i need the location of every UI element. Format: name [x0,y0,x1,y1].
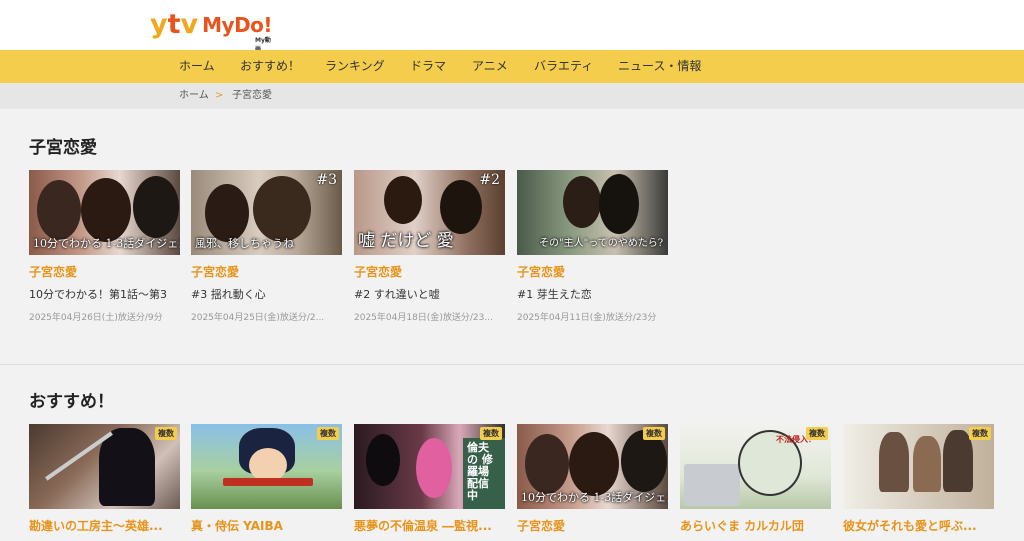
character-face [249,448,287,482]
multi-episode-badge: 複数 [806,427,828,440]
card-series-name: 子宮恋愛 [191,265,240,279]
nav-item-anime[interactable]: アニメ [472,50,508,83]
nav-item-home[interactable]: ホーム [179,50,215,83]
card-broadcast-info: 2025年04月26日(土)放送分/9分 [29,313,163,323]
person-shape [81,178,131,242]
recommend-card[interactable]: 複数 真・侍伝 YAIBA [191,424,342,534]
recommend-card[interactable]: 倫夫の 修羅場 配信中 複数 悪夢の不倫温泉 ―監視... [354,424,505,534]
card-series-name: 子宮恋愛 [517,519,566,533]
main-nav: ホーム おすすめ！ ランキング ドラマ アニメ バラエティ ニュース・情報 [0,50,1024,83]
nav-item-recommend[interactable]: おすすめ！ [240,50,300,83]
card-series-name: 悪夢の不倫温泉 ―監視... [354,519,492,533]
person-shape [384,176,422,224]
logo-ytv-text: ytv [150,8,198,42]
person-shape [879,432,909,492]
person-shape [599,174,639,234]
recommend-thumbnail[interactable]: 10分でわかる 1-3話ダイジェスト 複数 [517,424,668,509]
person-shape [569,432,619,496]
thumbnail-caption: 嘘 だけど 愛 [358,231,454,251]
person-shape [525,434,569,494]
person-shape [563,176,601,228]
person-shape [416,438,452,498]
logo-ytv-y: y [150,9,168,40]
recommend-card[interactable]: 不法侵入！ 複数 あらいぐま カルカル団 [680,424,831,534]
multi-episode-badge: 複数 [969,427,991,440]
series-section-title: 子宮恋愛 [29,138,97,158]
person-shape [133,176,179,238]
card-episode-title[interactable]: #3 揺れ動く心 [191,286,342,302]
card-series-name: あらいぐま カルカル団 [680,519,804,533]
episode-card[interactable]: #3 風邪、移しちゃうね 子宮恋愛 #3 揺れ動く心 2025年04月25日(金… [191,170,342,323]
breadcrumb: ホーム > 子宮恋愛 [0,83,1024,109]
thumbnail-caption: 10分でわかる 1-3話ダイジェスト [33,237,180,250]
multi-episode-badge: 複数 [643,427,665,440]
card-broadcast-info: 2025年04月11日(金)放送分/23分 [517,313,657,323]
card-episode-title[interactable]: 10分でわかる！第1話～第3 [29,286,180,302]
logo-ytv-t: t [167,9,181,40]
recommend-thumbnail[interactable]: 複数 [29,424,180,509]
person-shape [913,436,941,492]
multi-episode-badge: 複数 [155,427,177,440]
card-series-name: 真・侍伝 YAIBA [191,519,283,533]
multi-episode-badge: 複数 [317,427,339,440]
episode-thumbnail[interactable]: #3 風邪、移しちゃうね [191,170,342,255]
recommend-card[interactable]: 複数 勘違いの工房主～英雄... [29,424,180,534]
sword-shape [223,478,313,486]
nav-item-variety[interactable]: バラエティ [534,50,593,83]
person-shape [205,184,249,242]
card-series-name: 勘違いの工房主～英雄... [29,519,163,533]
recommend-thumbnail[interactable]: 複数 [191,424,342,509]
episode-thumbnail[interactable]: 10分でわかる 1-3話ダイジェスト [29,170,180,255]
card-broadcast-info: 2025年04月18日(金)放送分/23... [354,313,493,323]
recommend-card[interactable]: 複数 彼女がそれも愛と呼ぶ... [843,424,994,534]
episode-number: #2 [479,172,500,188]
nav-item-drama[interactable]: ドラマ [410,50,446,83]
breadcrumb-separator-icon: > [215,90,224,101]
thumbnail-caption: その"主人"ってのやめたら? [539,238,664,249]
card-episode-title[interactable]: #1 芽生えた恋 [517,286,668,302]
laptop-shape [684,464,740,506]
episode-card[interactable]: その"主人"ってのやめたら? 子宮恋愛 #1 芽生えた恋 2025年04月11日… [517,170,668,323]
card-series-name: 子宮恋愛 [354,265,403,279]
multi-episode-badge: 複数 [480,427,502,440]
card-broadcast-info: 2025年04月25日(金)放送分/2... [191,313,325,323]
recommend-thumbnail[interactable]: 複数 [843,424,994,509]
logo-ytv-v: v [180,9,199,40]
recommend-card[interactable]: 10分でわかる 1-3話ダイジェスト 複数 子宮恋愛 [517,424,668,534]
nav-item-ranking[interactable]: ランキング [325,50,385,83]
nav-item-news[interactable]: ニュース・情報 [618,50,701,83]
character-shape [99,428,155,506]
person-shape [366,434,400,486]
recommend-thumbnail[interactable]: 倫夫の 修羅場 配信中 複数 [354,424,505,509]
section-divider [0,364,1024,365]
thumbnail-caption: 10分でわかる 1-3話ダイジェスト [521,491,668,504]
card-series-name: 子宮恋愛 [517,265,566,279]
card-series-name: 彼女がそれも愛と呼ぶ... [843,519,977,533]
card-series-name: 子宮恋愛 [29,265,78,279]
person-shape [37,180,81,240]
person-shape [253,176,311,242]
episode-number: #3 [316,172,337,188]
episode-thumbnail[interactable]: その"主人"ってのやめたら? [517,170,668,255]
episode-card[interactable]: 10分でわかる 1-3話ダイジェスト 子宮恋愛 10分でわかる！第1話～第3 2… [29,170,180,323]
recommend-thumbnail[interactable]: 不法侵入！ 複数 [680,424,831,509]
top-header: ytv MyDo! My動画 [0,0,1024,53]
episode-thumbnail[interactable]: #2 嘘 だけど 愛 [354,170,505,255]
thumbnail-caption: 風邪、移しちゃうね [195,237,294,250]
episode-card[interactable]: #2 嘘 だけど 愛 子宮恋愛 #2 すれ違いと嘘 2025年04月18日(金)… [354,170,505,323]
breadcrumb-home-link[interactable]: ホーム [179,83,209,109]
breadcrumb-current: 子宮恋愛 [232,90,272,101]
card-episode-title[interactable]: #2 すれ違いと嘘 [354,286,505,302]
thumbnail-caption: 倫夫の 修羅場 配信中 [467,441,493,502]
recommend-section-title: おすすめ！ [29,392,114,412]
site-logo[interactable]: ytv MyDo! My動画 [150,8,273,53]
